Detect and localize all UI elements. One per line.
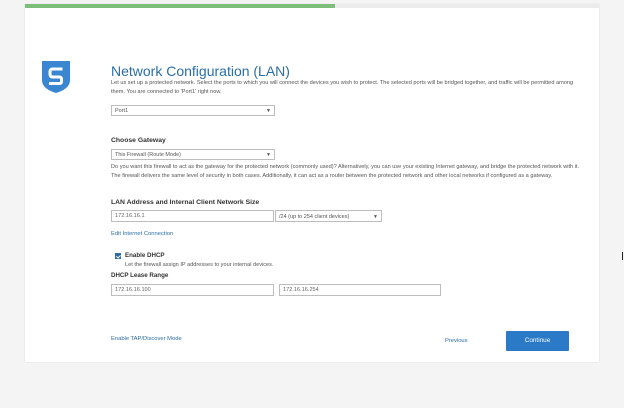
intro-description: Let us set up a protected network. Selec…	[111, 80, 574, 95]
ports-select[interactable]: Port1 ▼	[111, 105, 275, 116]
ports-select-value: Port1	[115, 108, 129, 114]
enable-dhcp-label: Enable DHCP	[125, 252, 165, 259]
gateway-label: Choose Gateway	[111, 137, 166, 144]
chevron-down-icon: ▼	[266, 152, 271, 158]
lan-label: LAN Address and Internal Client Network …	[111, 199, 260, 206]
edit-internet-connection-link[interactable]: Edit Internet Connection	[111, 231, 173, 237]
enable-tap-discover-mode-link[interactable]: Enable TAP/Discover Mode	[111, 336, 182, 342]
gateway-select-value: This Firewall (Route Mode)	[115, 152, 182, 158]
text-cursor	[622, 252, 623, 260]
progress-bar	[25, 4, 599, 8]
enable-dhcp-description: Let the firewall assign IP addresses to …	[125, 262, 274, 268]
dhcp-lease-range-label: DHCP Lease Range	[111, 272, 169, 279]
chevron-down-icon: ▼	[266, 108, 271, 114]
dhcp-range-end-input[interactable]: 172.16.16.254	[279, 284, 441, 296]
gateway-description: Do you want this firewall to act as the …	[111, 164, 580, 179]
wizard-card: Network Configuration (LAN) Let us set u…	[25, 4, 599, 362]
lan-address-input[interactable]: 172.16.16.1	[111, 210, 274, 222]
enable-dhcp-checkbox[interactable]	[115, 253, 121, 259]
sophos-shield-logo-icon	[42, 61, 70, 93]
chevron-down-icon: ▼	[373, 214, 378, 220]
subnet-size-select[interactable]: /24 (up to 254 client devices) ▼	[275, 210, 382, 222]
previous-button[interactable]: Previous	[445, 338, 468, 344]
progress-bar-fill	[25, 4, 335, 8]
page-title: Network Configuration (LAN)	[111, 63, 290, 79]
dhcp-range-start-input[interactable]: 172.16.16.100	[111, 284, 274, 296]
gateway-select[interactable]: This Firewall (Route Mode) ▼	[111, 149, 275, 160]
subnet-size-value: /24 (up to 254 client devices)	[279, 214, 350, 220]
continue-button[interactable]: Continue	[506, 331, 569, 351]
